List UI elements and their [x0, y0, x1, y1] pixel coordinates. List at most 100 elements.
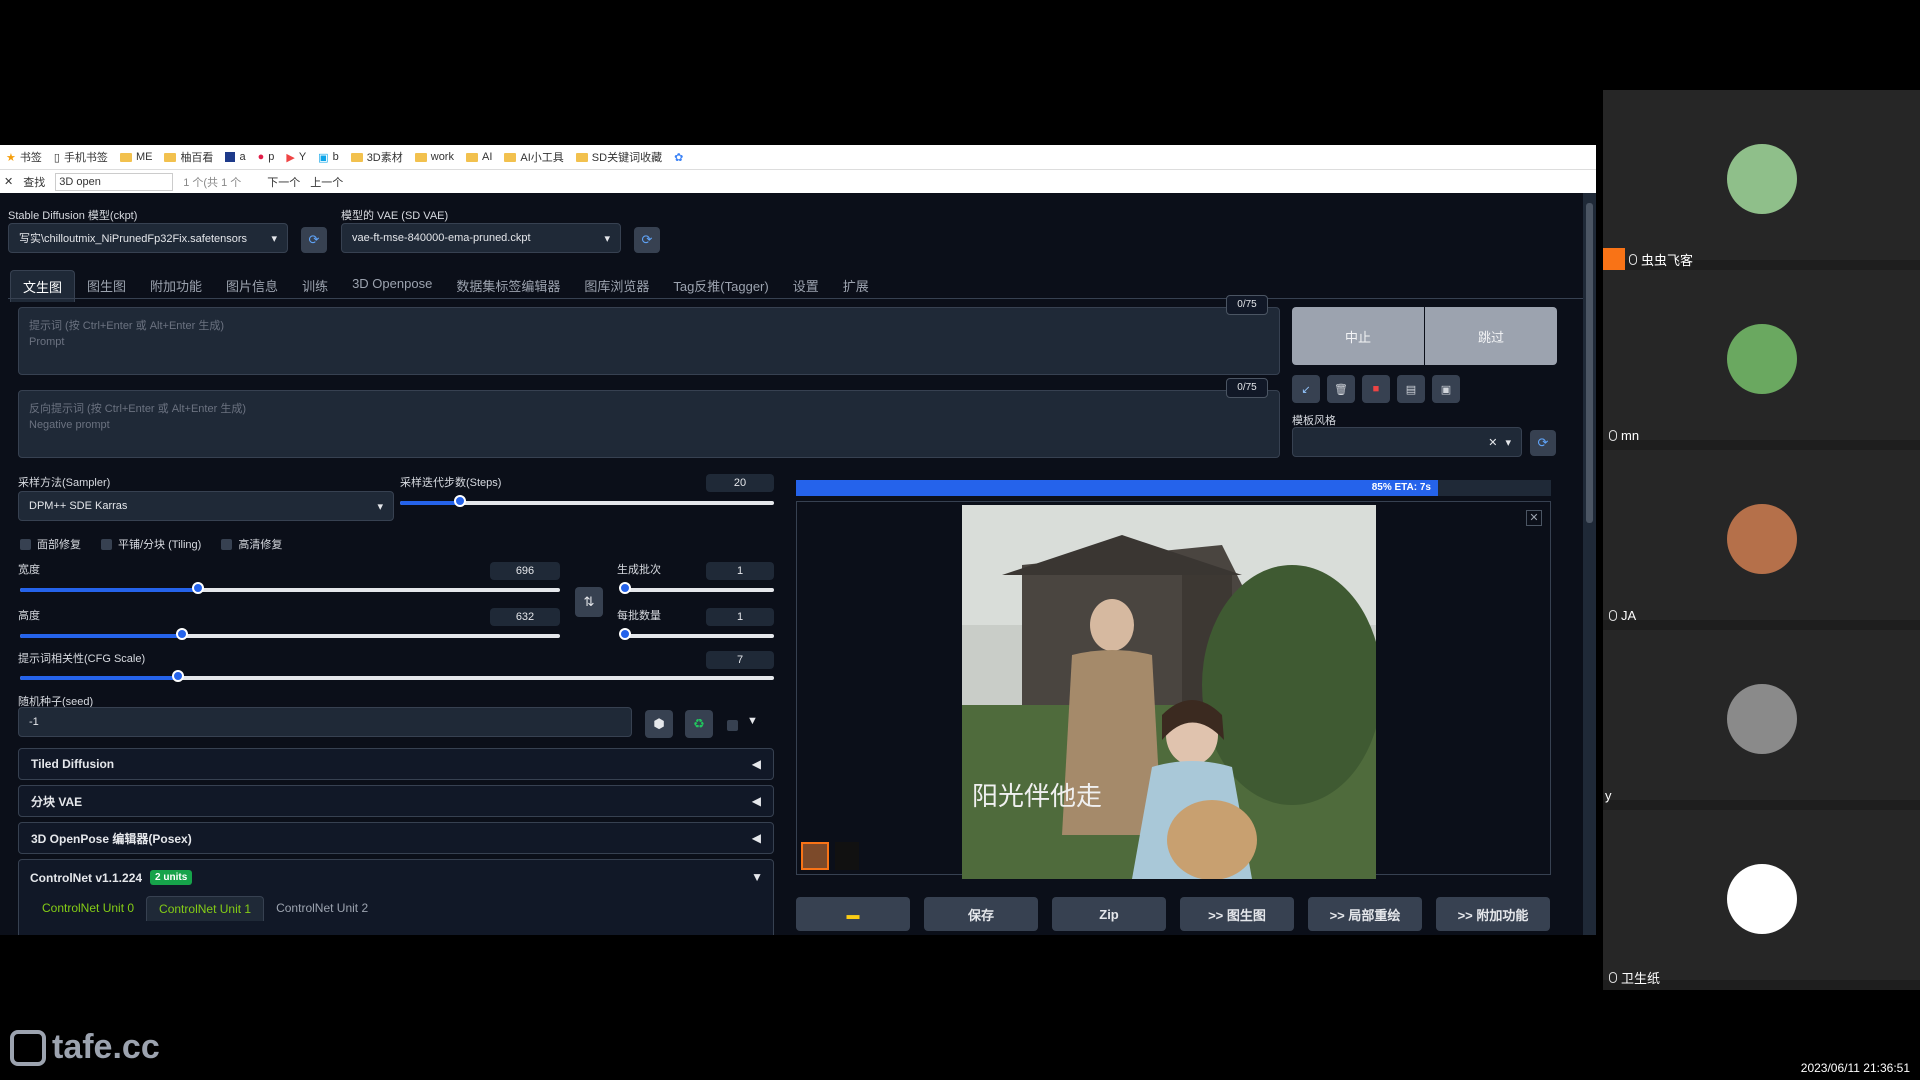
- accordion-posex[interactable]: 3D OpenPose 编辑器(Posex) ◀: [18, 822, 774, 854]
- sampler-select[interactable]: DPM++ SDE Karras ▾: [18, 491, 394, 521]
- bookmark-item[interactable]: ▯ 手机书签: [54, 149, 108, 165]
- controlnet-header[interactable]: ControlNet v1.1.224 2 units: [30, 870, 193, 885]
- accordion-tiled-vae[interactable]: 分块 VAE ◀: [18, 785, 774, 817]
- height-input[interactable]: 632: [490, 608, 560, 626]
- open-folder-button[interactable]: ▬: [796, 897, 910, 931]
- reuse-seed-button[interactable]: ♻: [685, 710, 713, 738]
- triangle-down-icon[interactable]: ▼: [751, 870, 763, 884]
- slider-thumb[interactable]: [619, 628, 631, 640]
- triangle-down-icon[interactable]: ▼: [747, 715, 758, 727]
- tiling-checkbox[interactable]: 平铺/分块 (Tiling): [101, 536, 201, 552]
- apply-style-button[interactable]: ▤: [1397, 375, 1425, 403]
- bookmark-item[interactable]: SD关键词收藏: [575, 149, 662, 165]
- batch-size-input[interactable]: 1: [706, 608, 774, 626]
- bookmark-item[interactable]: ● p: [258, 151, 275, 163]
- model-select[interactable]: 写实\chilloutmix_NiPrunedFp32Fix.safetenso…: [8, 223, 288, 253]
- extra-seed-checkbox[interactable]: [727, 718, 738, 736]
- preview-image[interactable]: 阳光伴他走: [962, 505, 1376, 879]
- bookmark-item[interactable]: ▣ b: [318, 151, 339, 164]
- send-to-img2img-button[interactable]: >> 图生图: [1180, 897, 1294, 931]
- random-seed-button[interactable]: ⬢: [645, 710, 673, 738]
- batch-count-slider[interactable]: [619, 582, 774, 594]
- send-to-extras-button[interactable]: >> 附加功能: [1436, 897, 1550, 931]
- participant-tile[interactable]: 虫虫飞客: [1603, 90, 1920, 270]
- steps-input[interactable]: 20: [706, 474, 774, 492]
- find-input[interactable]: 3D open: [55, 172, 174, 191]
- slider-thumb[interactable]: [453, 495, 466, 507]
- tab-controlnet-unit-1[interactable]: ControlNet Unit 1: [146, 896, 265, 921]
- save-style-button[interactable]: ▣: [1432, 375, 1460, 403]
- generated-image: 阳光伴他走: [962, 505, 1376, 879]
- tab-controlnet-unit-2[interactable]: ControlNet Unit 2: [264, 896, 380, 921]
- find-prev-button[interactable]: 上一个: [310, 174, 343, 190]
- zip-button[interactable]: Zip: [1052, 897, 1166, 931]
- accordion-label: Tiled Diffusion: [31, 757, 115, 771]
- seed-input[interactable]: -1: [18, 707, 632, 737]
- participant-tile[interactable]: mn: [1603, 270, 1920, 443]
- slider-fill: [20, 634, 182, 638]
- bookmark-item[interactable]: ME: [119, 151, 152, 163]
- thumbnail-selected[interactable]: [801, 842, 829, 870]
- save-button[interactable]: 保存: [924, 897, 1038, 931]
- folder-icon: ▬: [846, 906, 860, 922]
- slider-thumb[interactable]: [192, 582, 205, 594]
- swap-dimensions-button[interactable]: ⇅: [575, 587, 603, 617]
- bookmark-item[interactable]: ★ 书签: [6, 149, 42, 165]
- slider-thumb[interactable]: [172, 670, 185, 682]
- seed-value: -1: [29, 716, 39, 728]
- slider-thumb[interactable]: [176, 628, 188, 640]
- avatar: [1727, 684, 1797, 754]
- skip-button[interactable]: 跳过: [1425, 307, 1557, 365]
- extra-networks-button[interactable]: ■: [1362, 375, 1390, 403]
- thumbnail[interactable]: [835, 842, 859, 870]
- refresh-vae-button[interactable]: ⟳: [634, 227, 660, 253]
- interrupt-button[interactable]: 中止: [1292, 307, 1424, 365]
- vae-select[interactable]: vae-ft-mse-840000-ema-pruned.ckpt ▾: [341, 223, 621, 253]
- bookmark-item[interactable]: a: [225, 151, 246, 163]
- batch-size-slider[interactable]: [619, 628, 774, 640]
- refresh-styles-button[interactable]: ⟳: [1530, 430, 1556, 456]
- close-find-icon[interactable]: ✕: [4, 175, 13, 188]
- hires-fix-checkbox[interactable]: 高清修复: [221, 536, 282, 552]
- clear-icon[interactable]: ✕: [1488, 436, 1497, 449]
- bookmark-item[interactable]: ▶ Y: [286, 151, 306, 164]
- slider-thumb[interactable]: [619, 582, 631, 594]
- clear-button[interactable]: 🗑: [1327, 375, 1355, 403]
- cfg-input[interactable]: 7: [706, 651, 774, 669]
- styles-select[interactable]: ✕ ▾: [1292, 427, 1522, 457]
- height-slider[interactable]: [20, 628, 560, 640]
- send-to-inpaint-button[interactable]: >> 局部重绘: [1308, 897, 1422, 931]
- accordion-tiled-diffusion[interactable]: Tiled Diffusion ◀: [18, 748, 774, 780]
- bookmark-item[interactable]: AI小工具: [504, 149, 564, 165]
- scrollbar-thumb[interactable]: [1586, 203, 1593, 523]
- refresh-model-button[interactable]: ⟳: [301, 227, 327, 253]
- checkbox-label: 面部修复: [37, 539, 81, 551]
- swap-icon: ⇅: [583, 594, 595, 609]
- slider-fill: [20, 676, 179, 680]
- bookmark-item[interactable]: work: [414, 151, 454, 163]
- bookmark-item[interactable]: ✿: [674, 151, 683, 164]
- paste-button[interactable]: ↙: [1292, 375, 1320, 403]
- batch-count-input[interactable]: 1: [706, 562, 774, 580]
- face-restore-checkbox[interactable]: 面部修复: [20, 536, 81, 552]
- steps-label: 采样迭代步数(Steps): [400, 477, 502, 489]
- cfg-slider[interactable]: [20, 670, 774, 682]
- find-next-button[interactable]: 下一个: [267, 174, 300, 190]
- width-slider[interactable]: [20, 582, 560, 594]
- bookmark-item[interactable]: 3D素材: [350, 149, 403, 165]
- bookmark-item[interactable]: 柚百看: [164, 149, 213, 165]
- negative-token-counter: 0/75: [1226, 378, 1268, 398]
- steps-slider[interactable]: [400, 495, 774, 507]
- close-preview-icon[interactable]: ✕: [1526, 510, 1542, 526]
- participant-tile[interactable]: y: [1603, 630, 1920, 803]
- scrollbar[interactable]: [1583, 193, 1596, 935]
- negative-prompt-textarea[interactable]: 反向提示词 (按 Ctrl+Enter 或 Alt+Enter 生成) Nega…: [18, 390, 1280, 458]
- participant-tile[interactable]: 卫生纸: [1603, 810, 1920, 986]
- participant-tile[interactable]: JA: [1603, 450, 1920, 623]
- tab-controlnet-unit-0[interactable]: ControlNet Unit 0: [30, 896, 146, 921]
- checkbox-box: [221, 538, 233, 550]
- progress-text: 85% ETA: 7s: [1371, 482, 1431, 493]
- prompt-textarea[interactable]: 提示词 (按 Ctrl+Enter 或 Alt+Enter 生成) Prompt: [18, 307, 1280, 375]
- bookmark-item[interactable]: AI: [465, 151, 492, 163]
- width-input[interactable]: 696: [490, 562, 560, 580]
